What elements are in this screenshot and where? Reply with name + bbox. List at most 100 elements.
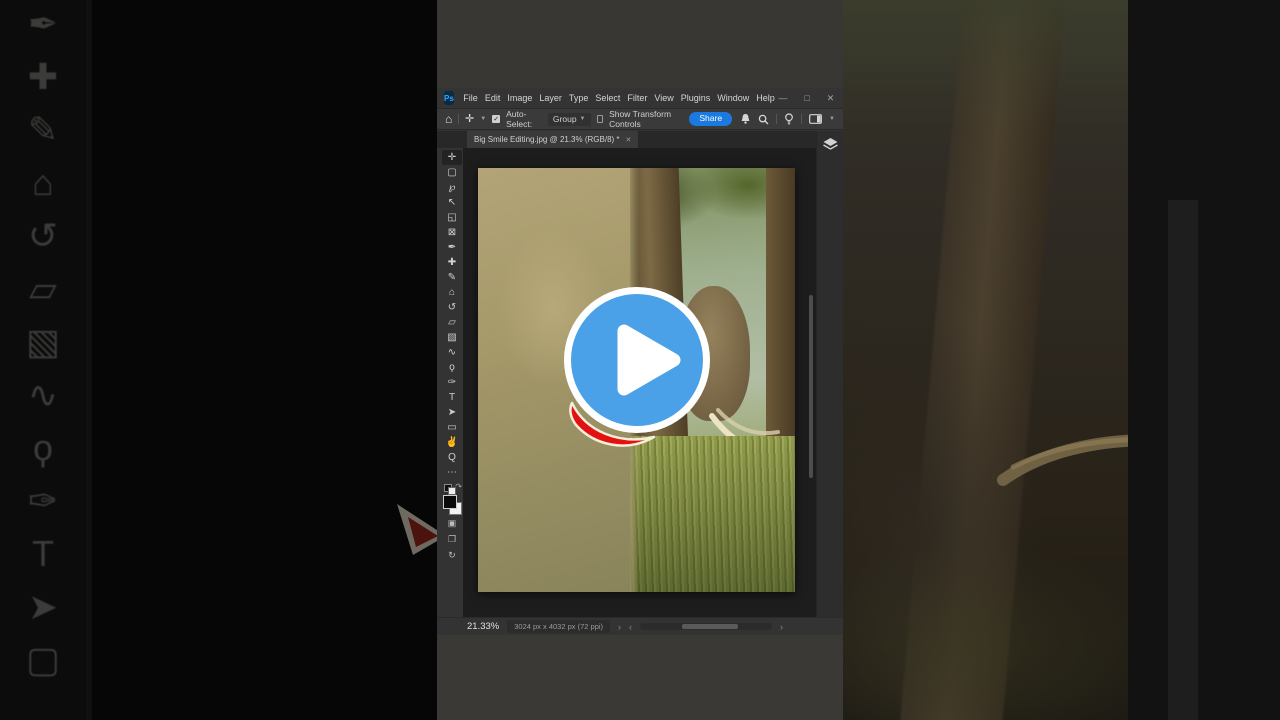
horizontal-scrollbar[interactable] (640, 623, 773, 630)
tool-eraser[interactable]: ▱ (442, 315, 462, 330)
background-tool-icon: ⌂ (32, 162, 54, 203)
tool-type[interactable]: T (442, 390, 462, 405)
color-swatches[interactable] (442, 495, 462, 515)
background-grass (843, 550, 1163, 720)
move-tool-icon[interactable]: ✛ (465, 113, 474, 125)
show-transform-checkbox[interactable] (596, 115, 604, 123)
chevron-down-icon[interactable]: ▼ (480, 116, 486, 122)
tool-quick-mask[interactable]: ▣ (442, 517, 462, 530)
tool-rotate-view[interactable]: ↻ (442, 549, 462, 562)
chevron-down-icon: ▼ (579, 116, 586, 122)
scroll-left-icon[interactable]: ‹ (629, 622, 632, 632)
menu-item[interactable]: Window (714, 88, 753, 108)
tool-spot-healing[interactable]: ✚ (442, 255, 462, 270)
share-button[interactable]: Share (689, 112, 733, 126)
tool-move[interactable]: ✛ (442, 150, 462, 165)
tool-brush[interactable]: ✎ (442, 270, 462, 285)
close-tab-icon[interactable]: ✕ (626, 136, 632, 144)
auto-select-target-dropdown[interactable]: Group ▼ (547, 112, 591, 126)
divider (801, 114, 803, 124)
tool-object-selection[interactable]: ↖ (442, 195, 462, 210)
menu-item[interactable]: File (460, 88, 482, 108)
background-panel-area (1128, 0, 1280, 720)
tool-crop[interactable]: ◱ (442, 210, 462, 225)
menu-item[interactable]: Edit (481, 88, 504, 108)
tool-pen[interactable]: ✑ (442, 375, 462, 390)
tools-panel: ✛ ▢ ℘ ↖ ◱ ⊠ ✒ ✚ ✎ ⌂ ↺ ▱ ▧ ∿ ϙ ✑ T ➤ ▭ ✌ Q ⋯ ↷ ▣ ❐ ↻ (441, 148, 463, 617)
status-chevron-right-icon[interactable]: › (618, 622, 621, 632)
zoom-level-field[interactable]: 21.33% (467, 621, 499, 632)
minimize-button[interactable]: — (778, 88, 787, 108)
menu-item[interactable]: Filter (624, 88, 651, 108)
swap-colors-icon[interactable]: ↷ (455, 482, 462, 491)
show-transform-label: Show Transform Controls (609, 109, 672, 129)
document-tab-bar: Big Smile Editing.jpg @ 21.3% (RGB/8) * … (437, 131, 843, 148)
background-tool-icon: ✑ (27, 480, 59, 521)
menu-item[interactable]: Image (504, 88, 536, 108)
menu-item[interactable]: Select (592, 88, 624, 108)
grass-shading (628, 436, 795, 592)
foreground-color-swatch[interactable] (443, 495, 457, 509)
close-button[interactable]: ✕ (827, 88, 835, 108)
tool-history-brush[interactable]: ↺ (442, 300, 462, 315)
video-bottom-letterbox (437, 635, 843, 720)
background-seam (86, 0, 92, 720)
title-bar: Ps File Edit Image Layer Type Select Filter Vie… (437, 88, 843, 109)
menu-item[interactable]: Type (565, 88, 592, 108)
document-tab[interactable]: Big Smile Editing.jpg @ 21.3% (RGB/8) * … (467, 131, 639, 148)
background-right-strip (843, 0, 1280, 720)
background-tool-icon: ▧ (25, 321, 60, 362)
menu-bar: File Edit Image Layer Type Select Filter View Pl… (460, 88, 779, 108)
document-info: 3024 px x 4032 px (72 ppi) (507, 620, 611, 633)
home-icon[interactable]: ⌂ (445, 113, 452, 125)
tool-eyedropper[interactable]: ✒ (442, 240, 462, 255)
background-tool-icon: ➤ (27, 586, 59, 627)
menu-item[interactable]: View (651, 88, 677, 108)
menu-item[interactable]: Layer (536, 88, 566, 108)
scroll-right-icon[interactable]: › (780, 622, 783, 632)
horizontal-scrollbar-thumb[interactable] (682, 624, 739, 629)
vertical-scrollbar[interactable] (809, 295, 813, 478)
tool-rectangular-marquee[interactable]: ▢ (442, 165, 462, 180)
tool-edit-toolbar[interactable]: ⋯ (442, 465, 462, 480)
play-button[interactable] (564, 287, 710, 433)
tool-smudge[interactable]: ∿ (442, 345, 462, 360)
background-tool-icon: T (32, 533, 54, 574)
chevron-down-icon[interactable]: ▼ (829, 116, 835, 122)
document-tab-title: Big Smile Editing.jpg @ 21.3% (RGB/8) * (474, 135, 620, 144)
background-tool-icon: ▱ (29, 268, 57, 309)
auto-select-target-value: Group (552, 114, 577, 124)
default-colors-control[interactable]: ↷ (443, 482, 462, 495)
bottom-tools-list: ▣ ❐ ↻ (442, 514, 462, 562)
tool-path-selection[interactable]: ➤ (442, 405, 462, 420)
divider (458, 114, 460, 124)
maximize-button[interactable]: □ (804, 88, 809, 108)
tool-dodge[interactable]: ϙ (442, 360, 462, 375)
search-icon[interactable] (758, 114, 769, 125)
background-tool-icon: ϙ (32, 427, 54, 468)
tool-lasso[interactable]: ℘ (442, 180, 462, 195)
tool-clone-stamp[interactable]: ⌂ (442, 285, 462, 300)
tool-gradient[interactable]: ▧ (442, 330, 462, 345)
menu-item[interactable]: Plugins (677, 88, 714, 108)
background-tool-icon: ▢ (25, 639, 60, 680)
tool-frame[interactable]: ⊠ (442, 225, 462, 240)
workspace-layout-icon[interactable] (809, 114, 822, 124)
video-top-letterbox (437, 0, 843, 88)
background-tool-icon: ∿ (27, 374, 59, 415)
tool-zoom[interactable]: Q (442, 450, 462, 465)
status-bar: 21.33% 3024 px x 4032 px (72 ppi) › ‹ › (437, 617, 843, 635)
layers-panel-icon[interactable] (822, 137, 839, 152)
screenshot-stage: ✒ ✚ ✎ ⌂ ↺ ▱ ▧ ∿ ϙ ✑ T ➤ ▢ Ps File Edit Image Layer Type S… (0, 0, 1280, 720)
background-toolbar-column: ✒ ✚ ✎ ⌂ ↺ ▱ ▧ ∿ ϙ ✑ T ➤ ▢ (0, 0, 86, 720)
menu-item[interactable]: Help (753, 88, 779, 108)
notifications-bell-icon[interactable] (740, 113, 751, 125)
options-bar: ⌂ ✛ ▼ ✓ Auto-Select: Group ▼ Show Transf… (437, 109, 843, 130)
tool-hand[interactable]: ✌ (442, 435, 462, 450)
auto-select-checkbox[interactable]: ✓ (492, 115, 501, 123)
tool-rectangle[interactable]: ▭ (442, 420, 462, 435)
tool-screen-mode[interactable]: ❐ (442, 533, 462, 546)
discover-lightbulb-icon[interactable] (784, 113, 794, 125)
photoshop-logo-icon: Ps (444, 91, 454, 105)
background-panel-strip (1168, 200, 1198, 720)
